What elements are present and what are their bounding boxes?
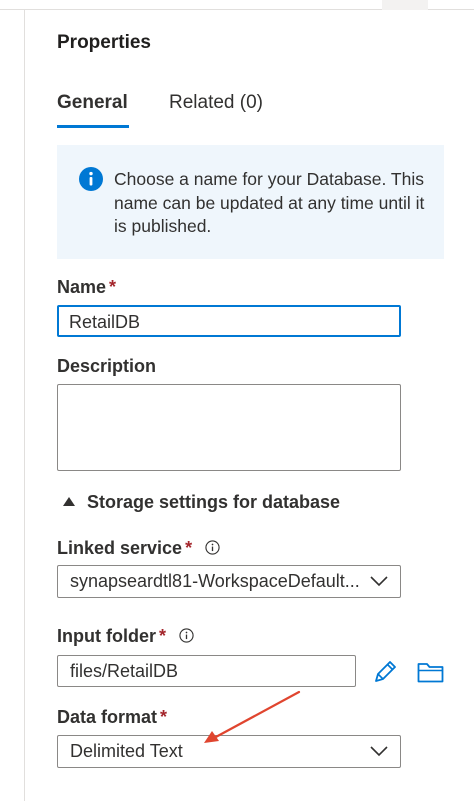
annotation-arrow-icon <box>204 690 301 743</box>
description-label: Description <box>57 356 157 376</box>
info-message-text: Choose a name for your Database. This na… <box>114 169 425 236</box>
input-folder-value: files/RetailDB <box>70 661 179 681</box>
storage-settings-label: Storage settings for database <box>87 492 341 512</box>
active-tab-indicator <box>57 125 129 128</box>
required-mark: * <box>109 277 117 297</box>
name-label: Name * <box>57 277 116 298</box>
input-folder-label-text: Input folder <box>57 626 156 646</box>
chevron-down-icon <box>370 746 388 757</box>
panel-title: Properties <box>57 32 151 53</box>
linked-service-label: Linked service * <box>57 538 220 559</box>
required-mark: * <box>185 538 193 558</box>
linked-service-label-text: Linked service <box>57 538 183 558</box>
info-tooltip-icon[interactable] <box>179 628 194 643</box>
storage-settings-toggle[interactable]: Storage settings for database <box>63 492 340 513</box>
required-mark: * <box>160 707 168 727</box>
linked-service-dropdown[interactable]: synapseardtl81-WorkspaceDefault... <box>57 565 401 598</box>
linked-service-value: synapseardtl81-WorkspaceDefault... <box>70 571 360 591</box>
tab-related[interactable]: Related (0) <box>169 92 263 114</box>
browse-folder-icon[interactable] <box>417 661 444 683</box>
input-folder-field[interactable]: files/RetailDB <box>57 655 356 687</box>
required-mark: * <box>158 626 166 646</box>
edit-pencil-icon[interactable] <box>372 659 398 685</box>
name-input-value: RetailDB <box>69 312 141 332</box>
info-message-bar: Choose a name for your Database. This na… <box>57 145 444 259</box>
chevron-down-icon <box>370 576 388 587</box>
input-folder-label: Input folder * <box>57 626 194 647</box>
panel-left-divider <box>24 10 25 801</box>
tab-general[interactable]: General <box>57 92 128 114</box>
collapse-triangle-icon <box>63 497 75 506</box>
description-textarea[interactable] <box>57 384 401 471</box>
name-input[interactable]: RetailDB <box>57 305 401 337</box>
top-tab-stub <box>382 0 428 10</box>
data-format-label: Data format * <box>57 707 167 728</box>
info-tooltip-icon[interactable] <box>205 540 220 555</box>
info-icon <box>79 167 103 191</box>
name-label-text: Name <box>57 277 107 297</box>
data-format-label-text: Data format <box>57 707 158 727</box>
